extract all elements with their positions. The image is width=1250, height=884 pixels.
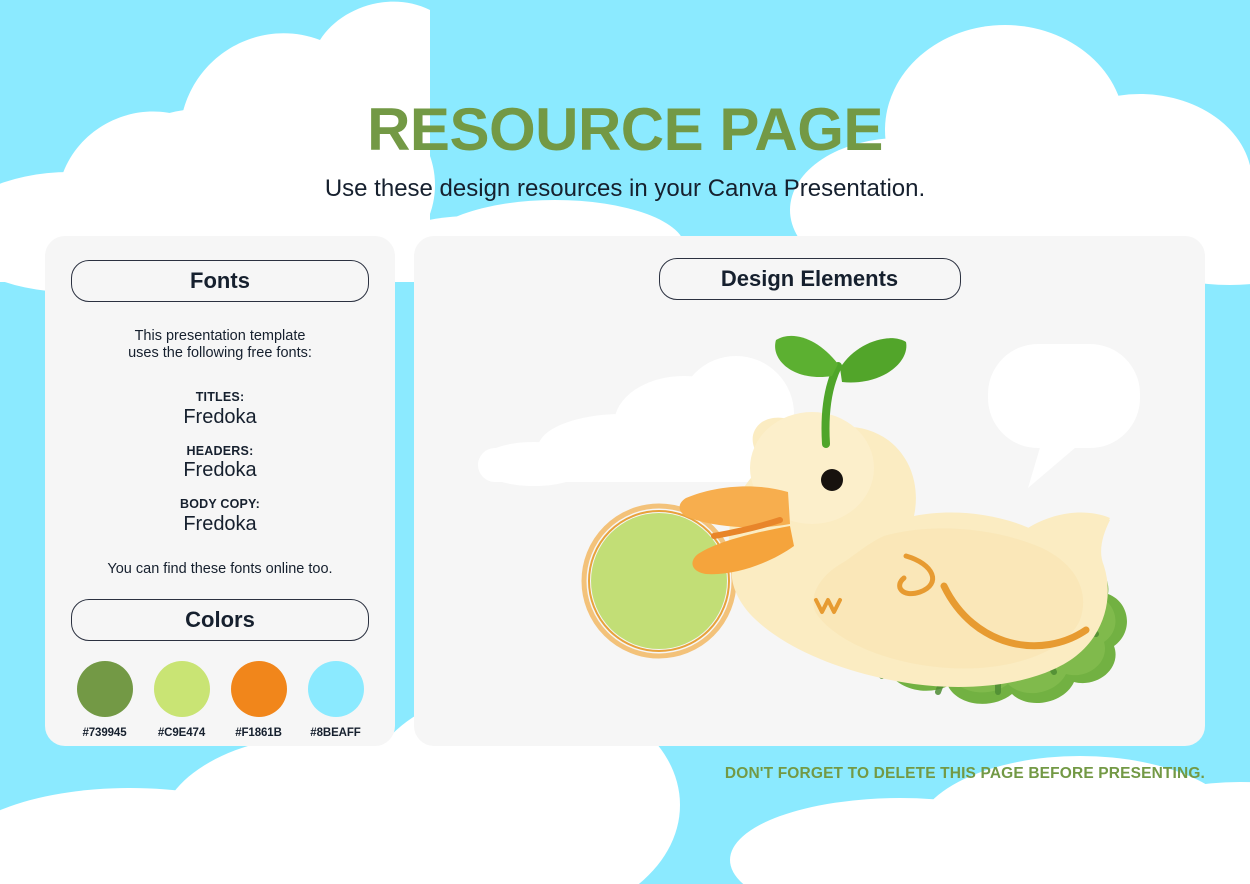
- fonts-and-colors-panel: Fonts This presentation template uses th…: [45, 236, 395, 746]
- font-role-label: HEADERS:: [186, 443, 254, 458]
- design-elements-panel: Design Elements: [414, 236, 1205, 746]
- color-swatch-hex: #F1861B: [235, 727, 282, 740]
- color-swatch-dot: [307, 661, 364, 718]
- page-subtitle: Use these design resources in your Canva…: [324, 175, 926, 202]
- color-swatch-dot: [230, 661, 287, 718]
- color-swatch[interactable]: #739945: [73, 661, 136, 739]
- fonts-heading-label: Fonts: [190, 268, 250, 293]
- fonts-outro-text: You can find these fonts online too.: [107, 561, 333, 578]
- color-swatch-list: #739945 #C9E474 #F1861B #8BEAFF: [71, 661, 369, 739]
- font-role-titles: TITLES: Fredoka: [71, 389, 369, 430]
- font-role-label: TITLES:: [195, 389, 245, 404]
- colors-heading-pill: Colors: [71, 599, 369, 642]
- fonts-heading-pill: Fonts: [71, 260, 369, 302]
- speech-bubble-shape-element: [988, 344, 1140, 488]
- font-role-value: Fredoka: [183, 405, 257, 428]
- cloud-shape-element: [478, 356, 794, 486]
- delete-page-reminder: DON'T FORGET TO DELETE THIS PAGE BEFORE …: [724, 765, 1205, 782]
- page-header: RESOURCE PAGE Use these design resources…: [0, 98, 1250, 204]
- font-role-value: Fredoka: [183, 459, 257, 482]
- green-circle-shape-element: [581, 503, 737, 659]
- design-elements-canvas: [414, 236, 1205, 746]
- color-swatch[interactable]: #F1861B: [227, 661, 290, 739]
- color-swatch-hex: #C9E474: [157, 727, 206, 740]
- fonts-intro-text: This presentation template uses the foll…: [71, 328, 369, 363]
- font-role-value: Fredoka: [183, 513, 257, 536]
- color-swatch[interactable]: #C9E474: [150, 661, 213, 739]
- fonts-intro-line-1: This presentation template: [134, 328, 306, 344]
- font-role-body-copy: BODY COPY: Fredoka: [71, 498, 369, 537]
- fonts-intro-line-2: uses the following free fonts:: [128, 345, 312, 362]
- page-title: RESOURCE PAGE: [367, 96, 883, 163]
- colors-heading-label: Colors: [185, 607, 255, 633]
- color-swatch-hex: #8BEAFF: [310, 727, 361, 740]
- duck-eye: [821, 469, 843, 491]
- color-swatch-dot: [153, 661, 210, 718]
- color-swatch-dot: [76, 661, 133, 718]
- font-role-headers: HEADERS: Fredoka: [71, 443, 369, 484]
- panels-container: Fonts This presentation template uses th…: [45, 236, 1205, 746]
- color-swatch-hex: #739945: [82, 727, 127, 740]
- font-role-list: TITLES: Fredoka HEADERS: Fredoka BODY CO…: [71, 389, 369, 537]
- color-swatch[interactable]: #8BEAFF: [304, 661, 367, 739]
- slide-canvas: RESOURCE PAGE Use these design resources…: [0, 0, 1250, 884]
- font-role-label: BODY COPY:: [179, 497, 261, 512]
